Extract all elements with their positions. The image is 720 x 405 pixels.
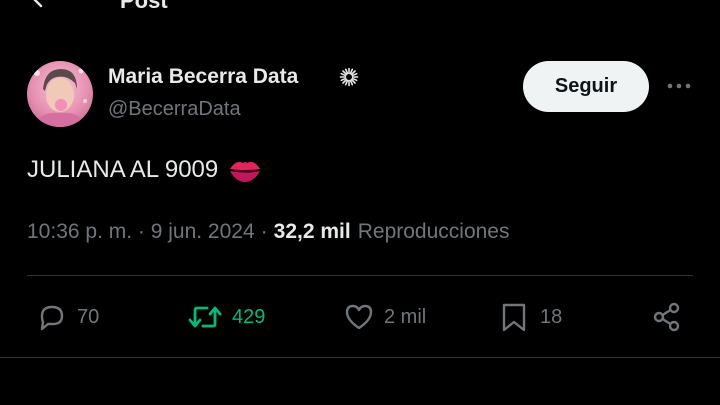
views-count: 32,2 mil [273, 220, 351, 243]
divider [27, 275, 693, 276]
follow-button[interactable]: Seguir [523, 61, 649, 112]
verified-badge-icon [339, 67, 359, 87]
kiss-mark-icon [230, 161, 261, 182]
share-icon [653, 302, 680, 332]
reply-count: 70 [77, 305, 100, 328]
retweet-count: 429 [232, 305, 266, 328]
tweet-meta: 10:36 p. m. · 9 jun. 2024 · 32,2 mil Rep… [27, 220, 509, 244]
views-label: Reproducciones [357, 220, 510, 243]
avatar[interactable] [27, 61, 93, 127]
bookmark-button[interactable]: 18 [499, 300, 562, 334]
heart-icon [345, 304, 373, 330]
bookmark-count: 18 [540, 305, 563, 328]
tweet-body: JULIANA AL 9009 [27, 155, 262, 185]
tweet-text: JULIANA AL 9009 [27, 156, 219, 183]
divider [0, 357, 720, 358]
author-name[interactable]: Maria Becerra Data [108, 65, 298, 89]
back-arrow-icon[interactable] [26, 0, 50, 10]
share-button[interactable] [651, 300, 683, 334]
retweet-icon [188, 306, 222, 328]
author-handle[interactable]: @BecerraData [108, 98, 241, 121]
avatar-image [34, 68, 87, 127]
like-button[interactable]: 2 mil [343, 300, 426, 334]
page-title: Post [120, 0, 168, 13]
top-bar: Post [0, 0, 720, 22]
reply-icon [40, 305, 64, 331]
bookmark-icon [502, 303, 526, 332]
more-options-icon[interactable] [666, 76, 692, 96]
meta-separator: · [260, 220, 268, 243]
like-count: 2 mil [384, 305, 427, 328]
retweet-button[interactable]: 429 [187, 300, 265, 334]
timestamp[interactable]: 10:36 p. m. · 9 jun. 2024 [27, 220, 255, 244]
reply-button[interactable]: 70 [36, 300, 99, 334]
